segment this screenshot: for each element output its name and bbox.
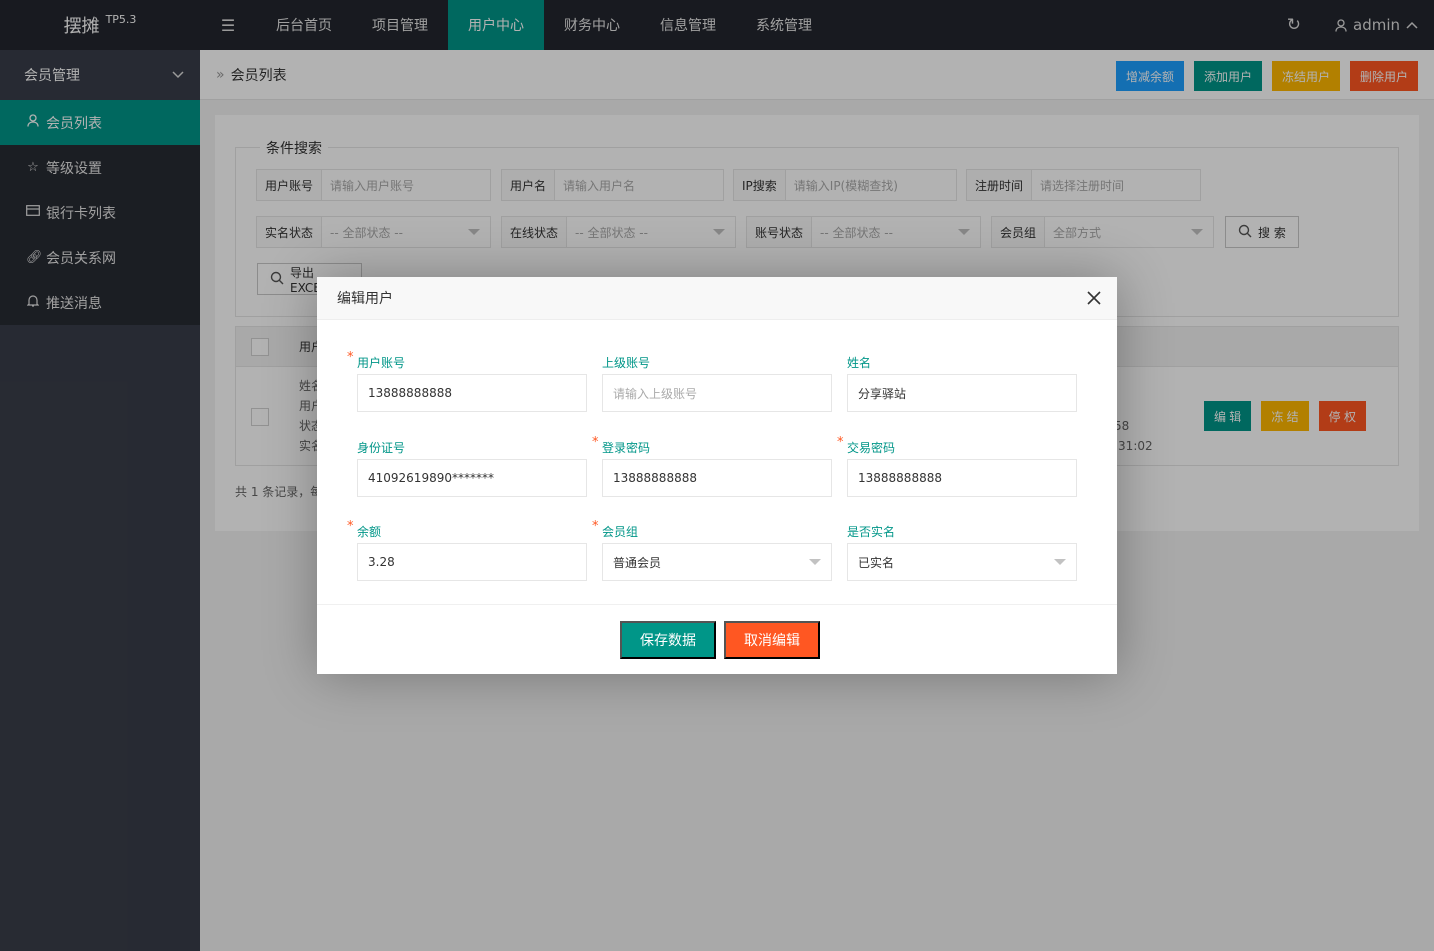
edit-user-modal: 编辑用户 * 用户账号 13888888888 上级账号 请输入上级账号 姓名 分… [317,277,1117,674]
account-input[interactable]: 13888888888 [357,374,587,412]
field-label: 登录密码 [602,441,651,455]
field-label: 余额 [357,525,382,539]
field-label: 会员组 [602,525,639,539]
field-label: 交易密码 [847,441,896,455]
caret-down-icon [809,559,821,565]
modal-title: 编辑用户 [337,291,393,307]
select-value: 已实名 [858,555,895,570]
cancel-button[interactable]: 取消编辑 [724,621,820,659]
caret-down-icon [1054,559,1066,565]
trade-password-field: * 交易密码 13888888888 [837,435,1077,497]
member-group-select[interactable]: 普通会员 [602,543,832,581]
balance-input[interactable]: 3.28 [357,543,587,581]
save-button[interactable]: 保存数据 [620,621,716,659]
name-field: 姓名 分享驿站 [847,354,1077,412]
login-password-input[interactable]: 13888888888 [602,459,832,497]
trade-password-input[interactable]: 13888888888 [847,459,1077,497]
realname-field: 是否实名 已实名 [847,523,1077,581]
name-input[interactable]: 分享驿站 [847,374,1077,412]
field-label: 姓名 [847,356,872,370]
realname-select[interactable]: 已实名 [847,543,1077,581]
account-field: * 用户账号 13888888888 [347,350,587,412]
divider [317,604,1117,605]
balance-field: * 余额 3.28 [347,519,587,581]
field-label: 上级账号 [602,356,651,370]
idcard-input[interactable]: 41092619890******* [357,459,587,497]
parent-account-field: 上级账号 请输入上级账号 [602,354,832,412]
close-icon[interactable] [1087,288,1101,308]
idcard-field: 身份证号 41092619890******* [357,439,587,497]
select-value: 普通会员 [613,555,662,570]
field-label: 是否实名 [847,525,896,539]
parent-account-input[interactable]: 请输入上级账号 [602,374,832,412]
field-label: 身份证号 [357,441,406,455]
field-label: 用户账号 [357,356,406,370]
member-group-field: * 会员组 普通会员 [592,519,832,581]
login-password-field: * 登录密码 13888888888 [592,435,832,497]
modal-header: 编辑用户 [317,277,1117,320]
